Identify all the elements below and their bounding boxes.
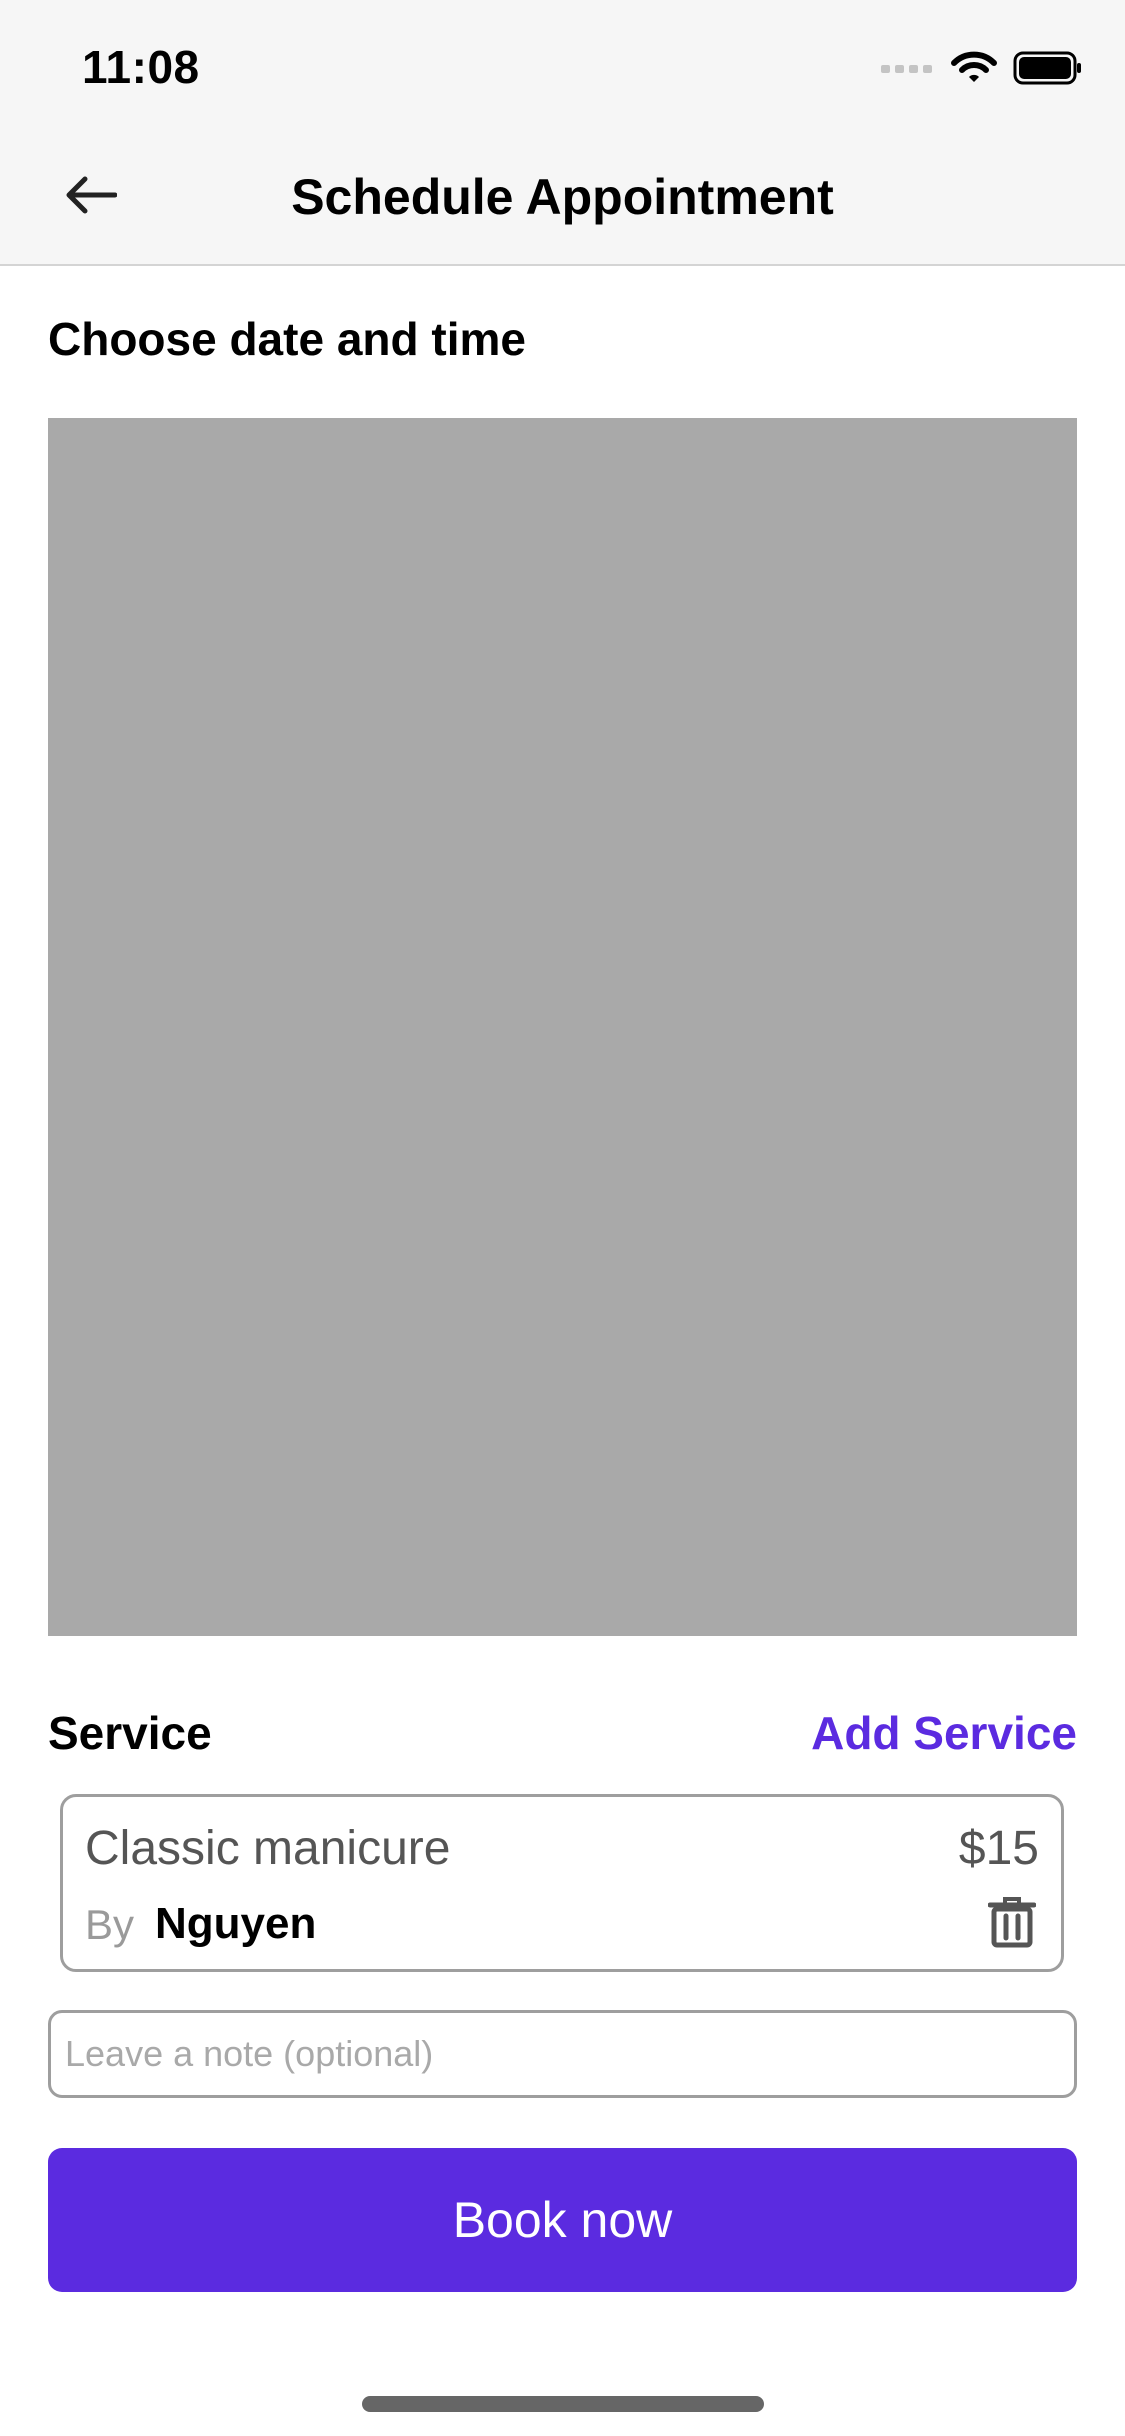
battery-icon	[1013, 51, 1083, 90]
trash-icon	[987, 1896, 1037, 1953]
navigation-bar: Schedule Appointment	[0, 132, 1125, 266]
status-time: 11:08	[82, 41, 200, 93]
wifi-icon	[951, 51, 997, 90]
service-by-label: By	[85, 1901, 135, 1948]
service-name: Classic manicure	[85, 1822, 451, 1875]
delete-service-button[interactable]	[985, 1895, 1039, 1953]
service-heading: Service	[48, 1707, 212, 1759]
add-service-button[interactable]: Add Service	[811, 1706, 1077, 1760]
service-staff-name: Nguyen	[155, 1899, 317, 1948]
status-icons	[881, 48, 1083, 92]
cellular-signal-icon	[881, 61, 935, 80]
status-bar: 11:08	[0, 0, 1125, 132]
date-time-picker-placeholder[interactable]	[48, 418, 1077, 1636]
book-now-button[interactable]: Book now	[48, 2148, 1077, 2292]
datetime-heading: Choose date and time	[48, 313, 526, 365]
home-indicator	[362, 2396, 764, 2412]
note-input[interactable]	[48, 2010, 1077, 2098]
service-price: $15	[958, 1822, 1039, 1875]
page-title: Schedule Appointment	[291, 169, 834, 225]
service-card: Classic manicure $15 By Nguyen	[60, 1794, 1064, 1972]
